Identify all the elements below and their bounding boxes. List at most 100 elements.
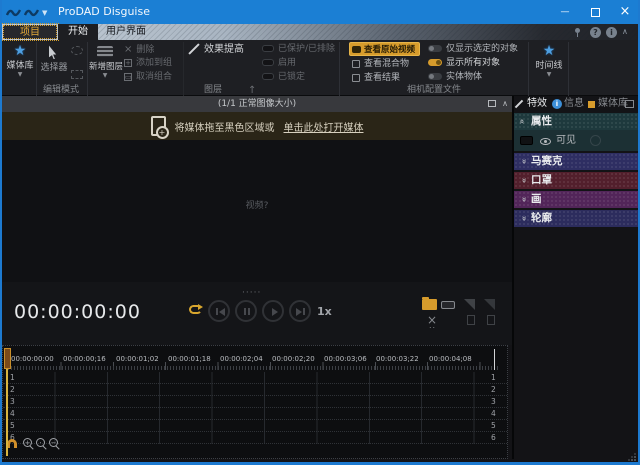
slate-icon[interactable] [441, 301, 455, 309]
section-properties[interactable]: » 属性 [514, 113, 638, 130]
ribbon-tab-strip: 项目 开始 用户界面 ? i ∧ [0, 24, 640, 40]
collapse-ribbon-icon[interactable]: ∧ [622, 27, 628, 36]
checkbox-icon [352, 74, 360, 82]
right-panel-tabs: 特效 i 信息 媒体库 [514, 96, 638, 112]
maximize-icon [591, 8, 600, 17]
playback-speed-label[interactable]: 1x [317, 305, 332, 318]
media-library-button[interactable]: ★ 媒体库 ▼ [4, 42, 36, 80]
track-row[interactable]: 33 [3, 396, 507, 408]
timeline-panel: 00:00:00:00 00:00:00;16 00:00:01;02 00:0… [2, 345, 508, 459]
tab-start[interactable]: 开始 [58, 24, 98, 40]
effect-boost-button[interactable]: 效果提高 [188, 43, 244, 56]
delete-icon: × [124, 43, 132, 56]
loop-playback-icon[interactable] [189, 305, 202, 314]
skip-start-tri [219, 308, 225, 316]
eye-icon [540, 138, 551, 145]
float-panel-icon[interactable] [625, 100, 634, 108]
track-row[interactable]: 55 [3, 420, 507, 432]
chevron-up-icon: » [517, 113, 528, 130]
next-frame-button[interactable] [289, 300, 311, 322]
visibility-checkbox[interactable] [520, 136, 533, 145]
drag-handle-dots[interactable]: ····· [242, 288, 261, 298]
preview-zoom-status: (1/1 正常图像大小) [218, 99, 296, 109]
section-draw[interactable]: » 画 [514, 191, 638, 208]
section-outline[interactable]: » 轮廓 [514, 210, 638, 227]
play-button[interactable] [262, 300, 284, 322]
pause-button[interactable] [235, 300, 257, 322]
transport-bar: 00:00:00:00 ····· 1x × [2, 282, 512, 345]
rect-select-icon[interactable] [71, 70, 83, 79]
zoom-out-icon[interactable]: − [49, 438, 58, 447]
magnet-snap-icon[interactable] [7, 439, 17, 448]
preview-canvas[interactable]: 视频? [2, 140, 512, 282]
checkbox-icon [352, 60, 360, 68]
skip-end-tri [296, 308, 302, 316]
new-layer-icon [97, 46, 113, 57]
pin-ribbon-icon[interactable] [573, 28, 581, 37]
locked-checkbox[interactable]: 已锁定 [262, 71, 305, 84]
preview-header: (1/1 正常图像大小) ∧ [2, 96, 512, 112]
show-selected-only-toggle[interactable]: 仅显示选定的对象 [428, 43, 518, 56]
lasso-select-icon[interactable] [71, 46, 83, 55]
maximize-button[interactable] [580, 0, 610, 24]
tab-user-interface[interactable]: 用户界面 [98, 24, 154, 40]
trim-out-icon[interactable] [487, 315, 495, 325]
tab-info[interactable]: 信息 [564, 96, 584, 112]
track-row[interactable]: 66 [3, 432, 507, 444]
logo-wave-icon-2[interactable] [24, 6, 39, 18]
section-mask[interactable]: » 口罩 [514, 172, 638, 189]
tab-effects[interactable]: 特效 [527, 96, 547, 112]
ruler-minor-ticks[interactable] [8, 366, 500, 370]
marker-out-flag-icon[interactable] [484, 299, 495, 310]
toggle-off-icon [428, 45, 442, 52]
view-result-checkbox[interactable]: 查看结果 [352, 72, 400, 85]
minimize-button[interactable]: — [550, 0, 580, 24]
zoom-in-icon[interactable]: + [23, 438, 32, 447]
ungroup-button[interactable]: ▭取消组合 [124, 71, 172, 84]
add-to-group-button[interactable]: +添加到组 [124, 57, 172, 70]
dropdown-caret-icon: ▼ [89, 73, 121, 81]
track-row[interactable]: 11 [3, 372, 507, 384]
show-all-objects-toggle[interactable]: 显示所有对象 [428, 57, 500, 70]
playhead-flag[interactable] [4, 348, 11, 369]
checkbox-icon [262, 45, 274, 52]
dropdown-caret-icon: ▼ [532, 72, 566, 80]
marker-in-flag-icon[interactable] [464, 299, 475, 310]
collapse-panel-icon[interactable]: ∧ [502, 96, 508, 112]
trim-in-icon[interactable] [467, 315, 475, 325]
project-menu-button[interactable]: 项目 [3, 25, 57, 39]
resize-grip[interactable] [628, 453, 636, 461]
visible-label: 可见 [556, 130, 576, 151]
help-icon[interactable]: ? [590, 27, 601, 38]
enable-checkbox[interactable]: 启用 [262, 57, 296, 70]
track-row[interactable]: 44 [3, 408, 507, 420]
prev-frame-button[interactable] [208, 300, 230, 322]
track-row[interactable]: 22 [3, 384, 507, 396]
scissors-cut-icon[interactable]: × [427, 314, 437, 326]
track-area[interactable]: 11 22 33 44 55 66 [3, 372, 507, 444]
new-layer-button[interactable]: 新增图层 ▼ [89, 42, 121, 81]
zoom-fit-time-icon[interactable]: · [36, 438, 45, 447]
right-panel: 特效 i 信息 媒体库 » 属性 可见 » 马赛克 » 口罩 » 画 [512, 96, 638, 459]
solid-objects-toggle[interactable]: 实体物体 [428, 71, 482, 84]
checkbox-icon [262, 73, 274, 80]
timeline-button[interactable]: ★ 时间线 ▼ [532, 42, 566, 80]
view-blend-checkbox[interactable]: 查看混合物 [352, 58, 409, 71]
tab-media-library[interactable]: 媒体库 [598, 96, 628, 112]
close-button[interactable]: × [610, 0, 640, 24]
restore-panel-icon[interactable] [488, 100, 496, 107]
view-original-button[interactable]: 查看原始视频 [349, 42, 420, 56]
export-folder-icon[interactable] [422, 299, 437, 310]
reset-icon[interactable] [590, 135, 601, 146]
drop-hint-text: 将媒体拖至黑色区域或 [175, 119, 275, 134]
open-media-link[interactable]: 单击此处打开媒体 [284, 119, 364, 134]
quick-access-caret-icon[interactable]: ▼ [42, 9, 47, 17]
media-drop-bar[interactable]: 将媒体拖至黑色区域或 单击此处打开媒体 [2, 112, 512, 140]
about-info-icon[interactable]: i [606, 27, 617, 38]
protected-excluded-checkbox[interactable]: 已保护/已排除 [262, 43, 335, 56]
view-original-checkbox-icon [352, 46, 361, 53]
logo-wave-icon[interactable] [6, 6, 21, 18]
delete-layer-button[interactable]: ×删除 [124, 43, 154, 56]
section-mosaic[interactable]: » 马赛克 [514, 153, 638, 170]
selector-button[interactable]: 选择器 [39, 42, 69, 74]
